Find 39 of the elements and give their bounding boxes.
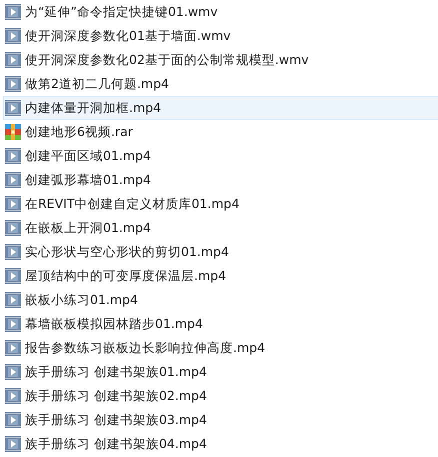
file-name[interactable]: 实心形状与空心形状的剪切01.mp4 xyxy=(25,246,229,258)
video-file-icon xyxy=(5,340,21,356)
video-file-icon xyxy=(5,52,21,68)
file-name[interactable]: 族手册练习 创建书架族02.mp4 xyxy=(25,390,207,402)
file-name[interactable]: 使开洞深度参数化02基于面的公制常规模型.wmv xyxy=(25,54,309,66)
video-file-icon xyxy=(5,412,21,428)
video-file-icon xyxy=(5,316,21,332)
file-name[interactable]: 族手册练习 创建书架族01.mp4 xyxy=(25,366,207,378)
file-name[interactable]: 嵌板小练习01.mp4 xyxy=(25,294,138,306)
video-file-icon xyxy=(5,100,21,116)
file-name[interactable]: 族手册练习 创建书架族04.mp4 xyxy=(25,438,207,450)
video-file-icon xyxy=(5,244,21,260)
archive-file-icon xyxy=(5,124,21,140)
file-name[interactable]: 创建地形6视频.rar xyxy=(25,126,133,138)
file-name[interactable]: 报告参数练习嵌板边长影响拉伸高度.mp4 xyxy=(25,342,266,354)
video-file-icon xyxy=(5,436,21,452)
file-name[interactable]: 在REVIT中创建自定义材质库01.mp4 xyxy=(25,198,240,210)
file-name[interactable]: 幕墙嵌板模拟园林踏步01.mp4 xyxy=(25,318,203,330)
file-name[interactable]: 内建体量开洞加框.mp4 xyxy=(25,102,162,114)
video-file-icon xyxy=(5,388,21,404)
video-file-icon xyxy=(5,28,21,44)
video-file-icon xyxy=(5,268,21,284)
file-name[interactable]: 为“延伸”命令指定快捷键01.wmv xyxy=(25,6,218,18)
video-file-icon xyxy=(5,364,21,380)
file-name[interactable]: 屋顶结构中的可变厚度保温层.mp4 xyxy=(25,270,226,282)
file-name[interactable]: 在嵌板上开洞01.mp4 xyxy=(25,222,151,234)
video-file-icon xyxy=(5,196,21,212)
file-name[interactable]: 创建平面区域01.mp4 xyxy=(25,150,151,162)
file-row-highlight[interactable]: 内建体量开洞加框.mp4 xyxy=(3,96,438,120)
video-file-icon xyxy=(5,4,21,20)
file-name[interactable]: 做第2道初二几何题.mp4 xyxy=(25,78,169,90)
video-file-icon xyxy=(5,76,21,92)
file-name[interactable]: 创建弧形幕墙01.mp4 xyxy=(25,174,151,186)
video-file-icon xyxy=(5,172,21,188)
video-file-icon xyxy=(5,292,21,308)
file-name[interactable]: 使开洞深度参数化01基于墙面.wmv xyxy=(25,30,231,42)
file-name[interactable]: 族手册练习 创建书架族03.mp4 xyxy=(25,414,207,426)
video-file-icon xyxy=(5,148,21,164)
video-file-icon xyxy=(5,220,21,236)
